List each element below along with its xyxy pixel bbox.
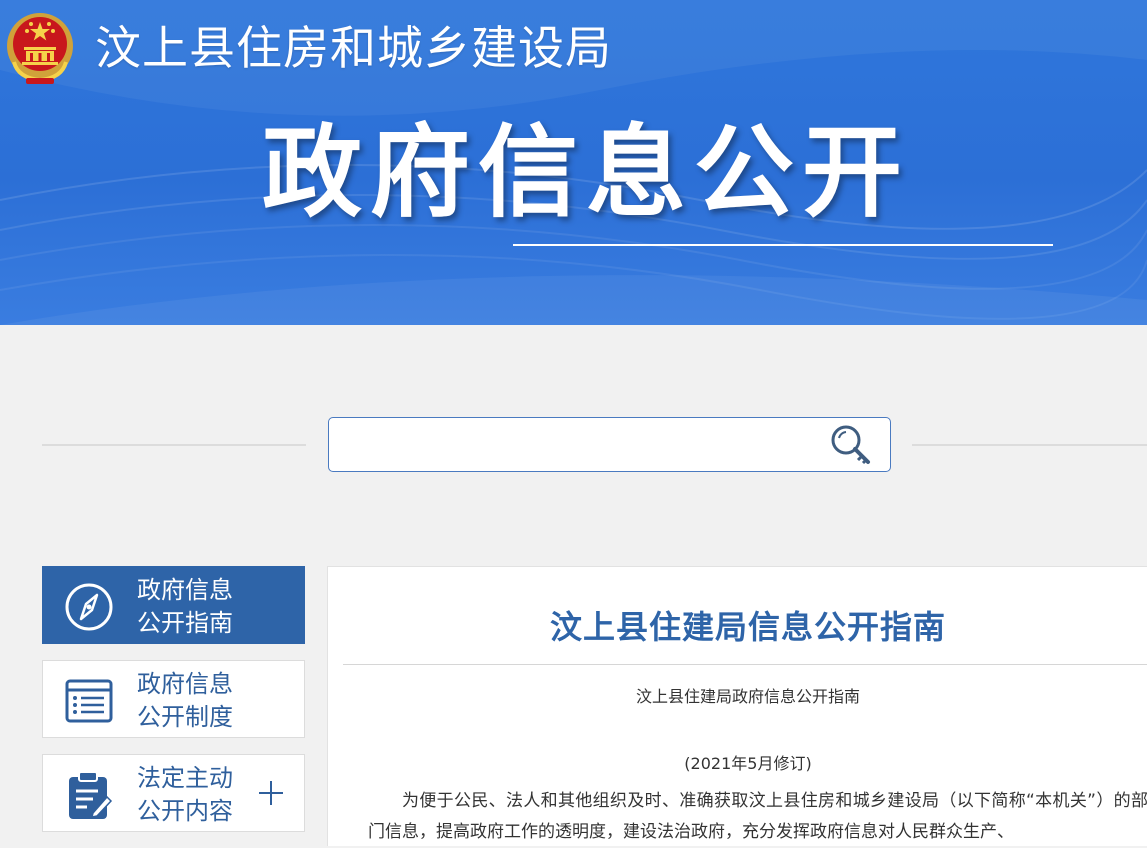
national-emblem-icon bbox=[7, 13, 73, 84]
sidebar-item-label: 政府信息 公开制度 bbox=[137, 670, 233, 731]
sidebar-item-statutory-content[interactable]: 法定主动 公开内容 bbox=[42, 754, 305, 832]
article-subtitle: 汶上县住建局政府信息公开指南 bbox=[635, 687, 860, 706]
article-body: 为便于公民、法人和其他组织及时、准确获取汶上县住房和城乡建设局（以下简称“本机关… bbox=[368, 791, 1147, 842]
page-banner: 汶上县住房和城乡建设局 政府信息公开 bbox=[0, 0, 1147, 325]
sidebar-item-disclosure-system[interactable]: 政府信息 公开制度 bbox=[42, 660, 305, 738]
sidebar-item-disclosure-guide[interactable]: 政府信息 公开指南 bbox=[42, 566, 305, 644]
sidebar-item-label: 法定主动 公开内容 bbox=[137, 764, 233, 825]
title-underline bbox=[513, 244, 1053, 246]
compass-icon bbox=[65, 583, 113, 631]
search-left-rule bbox=[42, 444, 306, 446]
article-panel: 汶上县住建局信息公开指南 汶上县住建局政府信息公开指南 (2021年5月修订) … bbox=[327, 566, 1147, 846]
clipboard-edit-icon bbox=[69, 771, 113, 819]
search-input[interactable] bbox=[339, 426, 819, 464]
search-box bbox=[328, 417, 891, 472]
search-right-rule bbox=[912, 444, 1147, 446]
article-divider bbox=[343, 664, 1147, 665]
section-title: 政府信息公开 bbox=[262, 114, 910, 231]
search-icon[interactable] bbox=[828, 422, 874, 468]
plus-icon[interactable] bbox=[255, 777, 287, 809]
document-list-icon bbox=[65, 679, 113, 723]
site-title: 汶上县住房和城乡建设局 bbox=[95, 21, 612, 75]
article-revision-date: (2021年5月修订) bbox=[684, 754, 812, 773]
article-title: 汶上县住建局信息公开指南 bbox=[549, 608, 946, 646]
sidebar-item-label: 政府信息 公开指南 bbox=[137, 576, 233, 637]
